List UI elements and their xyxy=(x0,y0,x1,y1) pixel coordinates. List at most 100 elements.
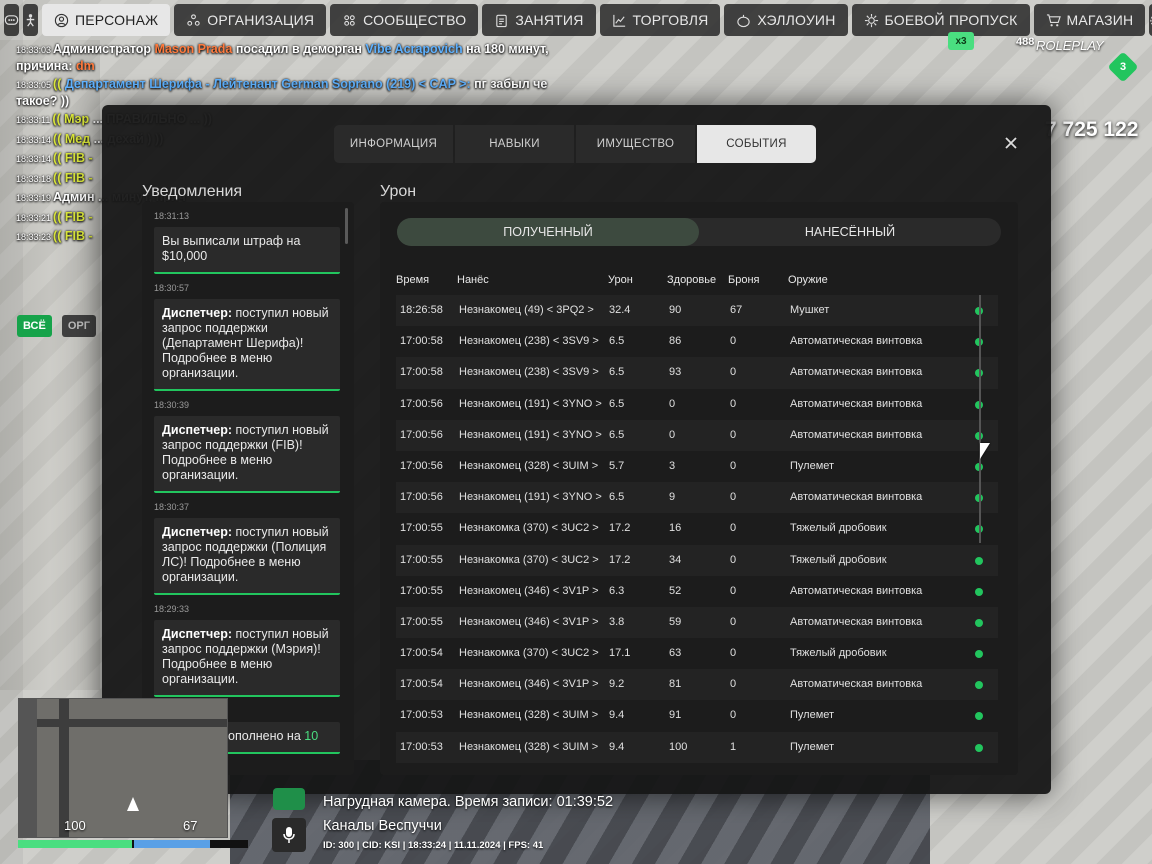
attacker-cell: Незнакомка (370) < 3UC2 > xyxy=(459,522,599,535)
notification-card: Диспетчер: поступил новый запрос поддерж… xyxy=(154,518,340,595)
bodycam-icon xyxy=(273,788,305,810)
bodycam-status: Нагрудная камера. Время записи: 01:39:52 xyxy=(323,794,614,810)
notification-amount: 10 xyxy=(304,729,319,743)
attacker-cell: Незнакомец (328) < 3UIM > xyxy=(459,709,599,722)
damage-cell: 5.7 xyxy=(609,459,625,472)
notification-time: 18:30:37 xyxy=(154,502,190,512)
damage-title: Урон xyxy=(380,183,417,200)
chat-timestamp: 18:33:21 xyxy=(16,212,52,223)
chat-timestamp: 18:33:03 xyxy=(16,45,52,55)
notification-card: Диспетчер: поступил новый запрос поддерж… xyxy=(154,620,340,697)
server-logo: ROLEPLAY xyxy=(1036,38,1104,53)
notification-item: 18:30:39 Диспетчер: поступил новый запрос… xyxy=(142,400,354,493)
notification-item: 18:30:37 Диспетчер: поступил новый запрос… xyxy=(142,502,354,595)
pumpkin-icon xyxy=(737,14,751,27)
received-damage-button[interactable]: ПОЛУЧЕННЫЙ xyxy=(397,218,699,246)
notification-card: Вы выписали штраф на $10,000 xyxy=(154,227,340,274)
health-bar xyxy=(18,840,132,848)
damage-table-scrollbar[interactable] xyxy=(979,295,981,543)
attacker-cell: Незнакомец (346) < 3V1P > xyxy=(459,678,599,691)
time-cell: 17:00:55 xyxy=(400,584,443,597)
time-cell: 17:00:55 xyxy=(400,615,443,628)
chat-timestamp: 18:33:14 xyxy=(16,154,52,164)
time-cell: 17:00:56 xyxy=(400,428,443,441)
attacker-cell: Незнакомец (191) < 3YNO > xyxy=(459,428,602,441)
nav-shop-tab[interactable]: МАГАЗИН xyxy=(1033,4,1146,36)
weapon-cell: Пулемет xyxy=(790,740,835,753)
minimap-road xyxy=(19,699,37,837)
nav-community-tab[interactable]: СООБЩЕСТВО xyxy=(330,4,479,36)
org-icon xyxy=(187,13,200,26)
weapon-cell: Пулемет xyxy=(790,709,835,722)
damage-row: 17:00:53 Незнакомец (328) < 3UIM > 9.4 100 1… xyxy=(396,731,998,763)
notification-time: 18:30:57 xyxy=(154,283,190,293)
health-cell: 90 xyxy=(669,304,682,316)
health-cell: 34 xyxy=(669,553,682,566)
player-arrow-icon xyxy=(127,797,139,811)
column-header-weapon: Оружие xyxy=(788,274,828,286)
chat-text: (( FIB - xyxy=(53,170,93,185)
damage-row: 18:26:58 Незнакомец (49) < 3PQ2 > 32.4 90 67… xyxy=(396,295,998,327)
nav-activities-tab[interactable]: ЗАНЯТИЯ xyxy=(482,4,596,36)
nav-label: ОРГАНИЗАЦИЯ xyxy=(207,12,315,28)
nav-trade-tab[interactable]: ТОРГОВЛЯ xyxy=(599,4,721,36)
chat-text: посадил в деморган xyxy=(232,42,366,56)
damage-cell: 6.3 xyxy=(609,584,625,597)
tab-property[interactable]: ИМУЩЕСТВО xyxy=(576,125,695,163)
status-dot-icon xyxy=(975,681,983,690)
chat-text: (( xyxy=(53,77,65,91)
tab-skills[interactable]: НАВЫКИ xyxy=(455,125,574,163)
nav-halloween-tab[interactable]: ХЭЛЛОУИН xyxy=(724,4,848,36)
weapon-cell: Пулемет xyxy=(790,459,835,472)
notification-item: 18:29:33 Диспетчер: поступил новый запрос… xyxy=(142,604,354,697)
notifications-scrollbar[interactable] xyxy=(345,208,348,244)
nav-figure-button[interactable] xyxy=(23,4,38,36)
nav-label: ХЭЛЛОУИН xyxy=(757,12,836,28)
damage-row: 17:00:56 Незнакомец (328) < 3UIM > 5.7 3 0 Пу… xyxy=(396,451,998,482)
time-cell: 17:00:55 xyxy=(400,522,443,535)
column-header-armor: Броня xyxy=(728,274,760,286)
minimap-road xyxy=(19,719,227,727)
damage-row: 17:00:55 Незнакомец (346) < 3V1P > 3.8 59 0 А… xyxy=(396,606,998,639)
close-button[interactable] xyxy=(1001,133,1021,153)
chat-tab-org[interactable]: ОРГ xyxy=(61,315,96,337)
status-dot-icon xyxy=(975,556,983,565)
damage-row: 17:00:56 Незнакомец (191) < 3YNO > 6.5 9 0 Ав… xyxy=(396,482,998,514)
tab-information[interactable]: ИНФОРМАЦИЯ xyxy=(334,125,453,163)
attacker-cell: Незнакомец (238) < 3SV9 > xyxy=(459,335,599,348)
chat-tab-all[interactable]: ВСЁ xyxy=(17,315,52,337)
panel-tabs: ИНФОРМАЦИЯ НАВЫКИ ИМУЩЕСТВО СОБЫТИЯ xyxy=(334,125,816,163)
status-dot-icon xyxy=(975,650,983,659)
armor-cell: 0 xyxy=(730,647,737,660)
armor-cell: 0 xyxy=(730,553,737,566)
nav-chat-button[interactable] xyxy=(4,4,19,36)
damage-table-body[interactable]: 18:26:58 Незнакомец (49) < 3PQ2 >32.4 90 67… xyxy=(396,295,998,763)
chat-text: (( Мэр xyxy=(52,112,90,126)
clipboard-icon xyxy=(496,14,508,27)
chart-icon xyxy=(612,14,625,27)
time-cell: 17:00:58 xyxy=(400,366,443,379)
health-cell: 3 xyxy=(669,459,676,472)
damage-cell: 6.5 xyxy=(609,428,625,441)
nav-organization-tab[interactable]: ОРГАНИЗАЦИЯ xyxy=(174,4,327,36)
damage-type-toggle: ПОЛУЧЕННЫЙ НАНЕСЁННЫЙ xyxy=(397,218,1001,246)
nav-battlepass-tab[interactable]: БОЕВОЙ ПРОПУСК xyxy=(851,4,1030,36)
attacker-cell: Незнакомка (370) < 3UC2 > xyxy=(459,553,599,566)
status-dot-icon xyxy=(975,712,983,721)
health-cell: 86 xyxy=(669,335,682,348)
weapon-cell: Автоматическая винтовка xyxy=(790,428,923,441)
status-dot-icon xyxy=(975,743,983,752)
microphone-icon[interactable] xyxy=(272,818,306,852)
notifications-list[interactable]: 18:31:13 Вы выписали штраф на $10,000 18:3… xyxy=(142,202,354,775)
nav-label: МАГАЗИН xyxy=(1066,12,1134,28)
notification-time: 18:31:13 xyxy=(154,211,190,221)
armor-cell: 1 xyxy=(730,740,737,753)
column-header-damage: Урон xyxy=(608,274,633,286)
dealt-damage-button[interactable]: НАНЕСЁННЫЙ xyxy=(699,218,1001,246)
attacker-cell: Незнакомец (191) < 3YNO > xyxy=(459,397,602,410)
damage-cell: 6.5 xyxy=(609,397,625,410)
online-count: 488 xyxy=(1016,36,1035,48)
tab-events[interactable]: СОБЫТИЯ xyxy=(697,125,816,163)
attacker-cell: Незнакомец (346) < 3V1P > xyxy=(459,615,599,628)
nav-character-tab[interactable]: ПЕРСОНАЖ xyxy=(42,4,171,36)
